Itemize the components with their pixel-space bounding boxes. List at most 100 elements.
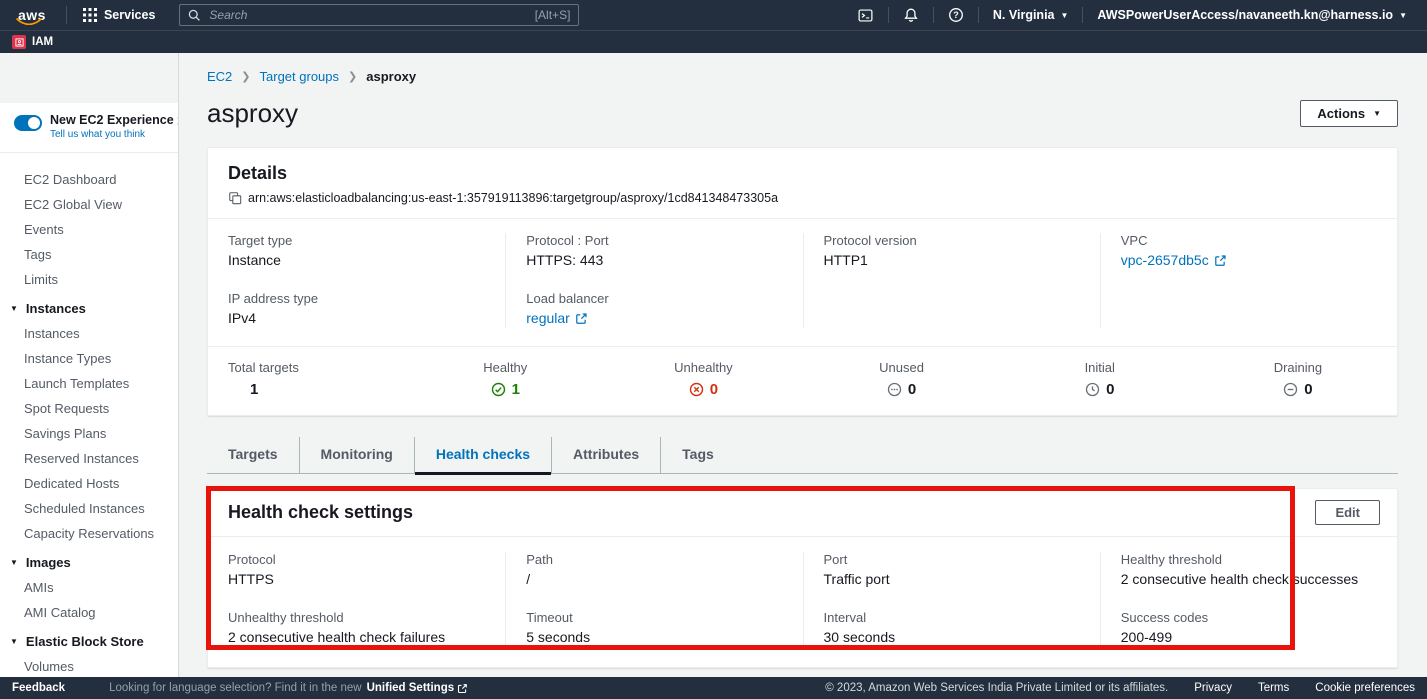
- load-balancer-link[interactable]: regular: [526, 310, 588, 326]
- breadcrumb-target-groups-link[interactable]: Target groups: [260, 69, 340, 84]
- notifications-button[interactable]: [893, 7, 929, 23]
- bell-icon: [903, 7, 919, 23]
- sidebar-item-limits[interactable]: Limits: [0, 267, 178, 292]
- field-healthy-threshold: Healthy threshold 2 consecutive health c…: [1121, 552, 1377, 587]
- search-shortcut-hint: [Alt+S]: [535, 8, 571, 22]
- sidebar-item-events[interactable]: Events: [0, 217, 178, 242]
- tell-us-link[interactable]: Tell us what you think: [50, 129, 174, 140]
- health-check-settings-card: Health check settings Edit Protocol HTTP…: [207, 488, 1398, 668]
- sidebar-item-tags[interactable]: Tags: [0, 242, 178, 267]
- field-label: Healthy threshold: [1121, 552, 1377, 567]
- region-selector[interactable]: N. Virginia ▼: [983, 8, 1079, 22]
- link-text: Unified Settings: [367, 682, 455, 694]
- field-unhealthy-threshold: Unhealthy threshold 2 consecutive health…: [228, 610, 485, 645]
- cloudshell-button[interactable]: [847, 8, 884, 23]
- details-fields: Target type Instance IP address type IPv…: [208, 218, 1397, 346]
- breadcrumb: EC2 ❯ Target groups ❯ asproxy: [207, 69, 1398, 84]
- tab-monitoring[interactable]: Monitoring: [299, 437, 414, 473]
- field-value: 2 consecutive health check failures: [228, 629, 485, 645]
- sidebar-item-dedicated-hosts[interactable]: Dedicated Hosts: [0, 471, 178, 496]
- sidebar-section-instances[interactable]: ▼ Instances: [0, 292, 178, 321]
- x-circle-icon: [689, 382, 704, 397]
- aws-logo[interactable]: aws: [10, 7, 60, 23]
- sidebar-item-ec2-dashboard[interactable]: EC2 Dashboard: [0, 167, 178, 192]
- breadcrumb-current: asproxy: [366, 69, 416, 84]
- actions-button[interactable]: Actions ▼: [1300, 100, 1398, 127]
- sidebar-item-scheduled-instances[interactable]: Scheduled Instances: [0, 496, 178, 521]
- stat-label: Unhealthy: [674, 360, 733, 375]
- global-search-box[interactable]: [Alt+S]: [179, 4, 579, 26]
- copy-arn-button[interactable]: [228, 191, 242, 205]
- link-text: regular: [526, 310, 570, 326]
- chevron-down-icon: ▼: [1373, 109, 1381, 118]
- sidebar-item-ec2-global-view[interactable]: EC2 Global View: [0, 192, 178, 217]
- field-label: Timeout: [526, 610, 782, 625]
- terms-link[interactable]: Terms: [1258, 682, 1289, 694]
- breadcrumb-ec2-link[interactable]: EC2: [207, 69, 232, 84]
- tab-health-checks[interactable]: Health checks: [414, 437, 551, 473]
- topbar-divider: [66, 6, 67, 24]
- sidebar-item-launch-templates[interactable]: Launch Templates: [0, 371, 178, 396]
- services-label: Services: [104, 8, 155, 22]
- new-experience-label: New EC2 Experience: [50, 113, 174, 127]
- help-button[interactable]: ?: [938, 7, 974, 23]
- footer-bar: Feedback Looking for language selection?…: [0, 677, 1427, 699]
- tab-tags[interactable]: Tags: [660, 437, 735, 473]
- edit-button[interactable]: Edit: [1315, 500, 1380, 525]
- services-menu-button[interactable]: Services: [73, 8, 165, 22]
- field-value: 200-499: [1121, 629, 1377, 645]
- stat-value: 0: [710, 381, 718, 398]
- search-input[interactable]: [209, 8, 526, 22]
- search-icon: [188, 9, 201, 22]
- sidebar-item-savings-plans[interactable]: Savings Plans: [0, 421, 178, 446]
- sidebar-item-instance-types[interactable]: Instance Types: [0, 346, 178, 371]
- details-card: Details arn:aws:elasticloadbalancing:us-…: [207, 147, 1398, 416]
- chevron-down-icon: ▼: [1399, 11, 1407, 20]
- field-interval: Interval 30 seconds: [824, 610, 1080, 645]
- field-label: IP address type: [228, 291, 485, 306]
- sidebar-item-reserved-instances[interactable]: Reserved Instances: [0, 446, 178, 471]
- check-circle-icon: [491, 382, 506, 397]
- tab-attributes[interactable]: Attributes: [551, 437, 660, 473]
- field-label: Protocol : Port: [526, 233, 782, 248]
- sidebar: New EC2 Experience Tell us what you thin…: [0, 53, 179, 677]
- close-icon[interactable]: ✕: [174, 113, 179, 130]
- stat-label: Unused: [879, 360, 924, 375]
- topbar-separator: [1082, 7, 1083, 23]
- sidebar-item-instances[interactable]: Instances: [0, 321, 178, 346]
- sidebar-item-spot-requests[interactable]: Spot Requests: [0, 396, 178, 421]
- sidebar-item-volumes[interactable]: Volumes: [0, 654, 178, 677]
- sidebar-item-capacity-reservations[interactable]: Capacity Reservations: [0, 521, 178, 546]
- unified-settings-link[interactable]: Unified Settings: [367, 682, 469, 694]
- vpc-link[interactable]: vpc-2657db5c: [1121, 252, 1227, 268]
- tab-targets[interactable]: Targets: [207, 437, 299, 473]
- field-label: Path: [526, 552, 782, 567]
- field-label: VPC: [1121, 233, 1377, 248]
- sidebar-section-elastic-block-store[interactable]: ▼ Elastic Block Store: [0, 625, 178, 654]
- field-label: Protocol: [228, 552, 485, 567]
- field-value: 2 consecutive health check successes: [1121, 571, 1377, 587]
- privacy-link[interactable]: Privacy: [1194, 682, 1232, 694]
- copyright-text: © 2023, Amazon Web Services India Privat…: [825, 682, 1168, 694]
- stat-healthy: Healthy 1: [406, 360, 604, 398]
- field-value: HTTPS: [228, 571, 485, 587]
- stat-value: 0: [1106, 381, 1114, 398]
- account-menu[interactable]: AWSPowerUserAccess/navaneeth.kn@harness.…: [1087, 8, 1417, 22]
- minus-circle-icon: [1283, 382, 1298, 397]
- external-link-icon: [1214, 254, 1227, 267]
- stat-total-targets: Total targets 1: [208, 360, 406, 398]
- field-label: Success codes: [1121, 610, 1377, 625]
- iam-shortcut[interactable]: IAM: [12, 35, 53, 49]
- external-link-icon: [457, 683, 468, 694]
- breadcrumb-separator-icon: ❯: [241, 70, 250, 83]
- sidebar-item-ami-catalog[interactable]: AMI Catalog: [0, 600, 178, 625]
- stat-label: Healthy: [483, 360, 527, 375]
- feedback-button[interactable]: Feedback: [12, 682, 65, 694]
- sidebar-item-amis[interactable]: AMIs: [0, 575, 178, 600]
- new-experience-toggle[interactable]: [14, 115, 42, 131]
- cookie-preferences-link[interactable]: Cookie preferences: [1315, 682, 1415, 694]
- new-experience-panel: New EC2 Experience Tell us what you thin…: [0, 103, 178, 153]
- health-check-fields: Protocol HTTPS Unhealthy threshold 2 con…: [208, 537, 1397, 667]
- sidebar-section-images[interactable]: ▼ Images: [0, 546, 178, 575]
- aws-smile-icon: [16, 18, 42, 26]
